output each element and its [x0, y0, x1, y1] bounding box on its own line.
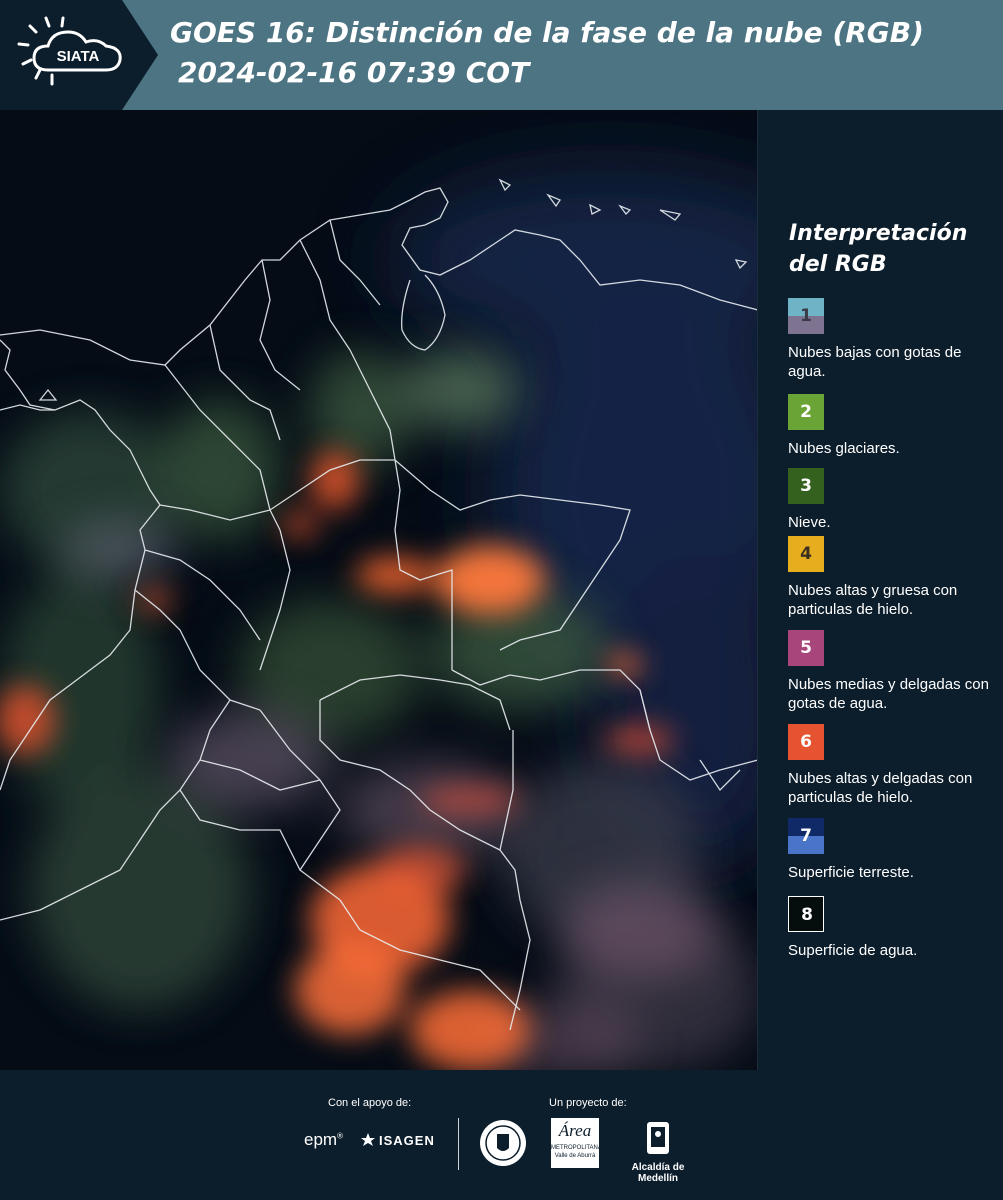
- isagen-logo: ISAGEN: [360, 1132, 435, 1148]
- alcaldia-logo: Alcaldía de Medellín: [612, 1120, 704, 1184]
- legend-item: 8 Superficie de agua.: [788, 896, 998, 960]
- support-label: Con el apoyo de:: [328, 1097, 412, 1109]
- legend-swatch: 6: [788, 724, 824, 760]
- legend-swatch: 7: [788, 818, 824, 854]
- legend-item: 2 Nubes glaciares.: [788, 394, 998, 458]
- legend-number: 4: [800, 544, 812, 564]
- satellite-map-canvas: [0, 110, 757, 1070]
- legend-number: 1: [800, 306, 812, 326]
- legend-swatch: 3: [788, 468, 824, 504]
- legend-swatch: 1: [788, 298, 824, 334]
- epm-logo: epm®: [304, 1130, 343, 1149]
- legend-item: 1 Nubes bajas con gotas de agua.: [788, 298, 998, 381]
- legend-number: 5: [800, 638, 812, 658]
- legend-swatch: 2: [788, 394, 824, 430]
- legend-swatch: 8: [788, 896, 824, 932]
- legend-item: 4 Nubes altas y gruesa con particulas de …: [788, 536, 998, 619]
- footer-divider: [458, 1118, 459, 1170]
- legend-swatch: 5: [788, 630, 824, 666]
- project-label: Un proyecto de:: [549, 1097, 627, 1109]
- svg-text:SIATA: SIATA: [57, 48, 100, 65]
- area-metropolitana-logo: Área METROPOLITANA Valle de Aburrá: [551, 1118, 602, 1168]
- legend-number: 7: [800, 826, 812, 846]
- page-timestamp: 2024-02-16 07:39 COT: [178, 56, 530, 89]
- legend-label: Nubes altas y gruesa con particulas de h…: [788, 582, 958, 618]
- legend-swatch: 4: [788, 536, 824, 572]
- legend-label: Nubes medias y delgadas con gotas de agu…: [788, 676, 989, 712]
- page-title: GOES 16: Distinción de la fase de la nub…: [170, 16, 924, 49]
- legend-label: Nubes glaciares.: [788, 440, 900, 457]
- legend-number: 8: [801, 905, 813, 925]
- legend-item: 6 Nubes altas y delgadas con particulas d…: [788, 724, 998, 807]
- legend-title: Interpretación del RGB: [789, 221, 968, 277]
- siata-logo: SIATA: [0, 0, 158, 110]
- legend-label: Superficie terreste.: [788, 864, 914, 881]
- legend-item: 3 Nieve.: [788, 468, 998, 532]
- coat-of-arms-icon: [647, 1122, 669, 1154]
- legend-number: 3: [800, 476, 812, 496]
- legend-item: 7 Superficie terreste.: [788, 818, 998, 882]
- header-bar: SIATA GOES 16: Distinción de la fase de …: [0, 0, 1003, 110]
- legend-number: 6: [800, 732, 812, 752]
- legend-label: Nubes altas y delgadas con particulas de…: [788, 770, 973, 806]
- isagen-star-icon: [361, 1133, 375, 1146]
- legend-label: Nieve.: [788, 514, 831, 531]
- satellite-map[interactable]: [0, 110, 758, 1070]
- legend-panel: Interpretación del RGB 1 Nubes bajas con …: [759, 110, 1003, 1070]
- legend-label: Nubes bajas con gotas de agua.: [788, 344, 962, 380]
- footer: Con el apoyo de: Un proyecto de: epm® IS…: [0, 1070, 1003, 1200]
- legend-number: 2: [800, 402, 812, 422]
- legend-label: Superficie de agua.: [788, 942, 918, 959]
- legend-item: 5 Nubes medias y delgadas con gotas de ag…: [788, 630, 998, 713]
- seal-logo: [478, 1118, 528, 1172]
